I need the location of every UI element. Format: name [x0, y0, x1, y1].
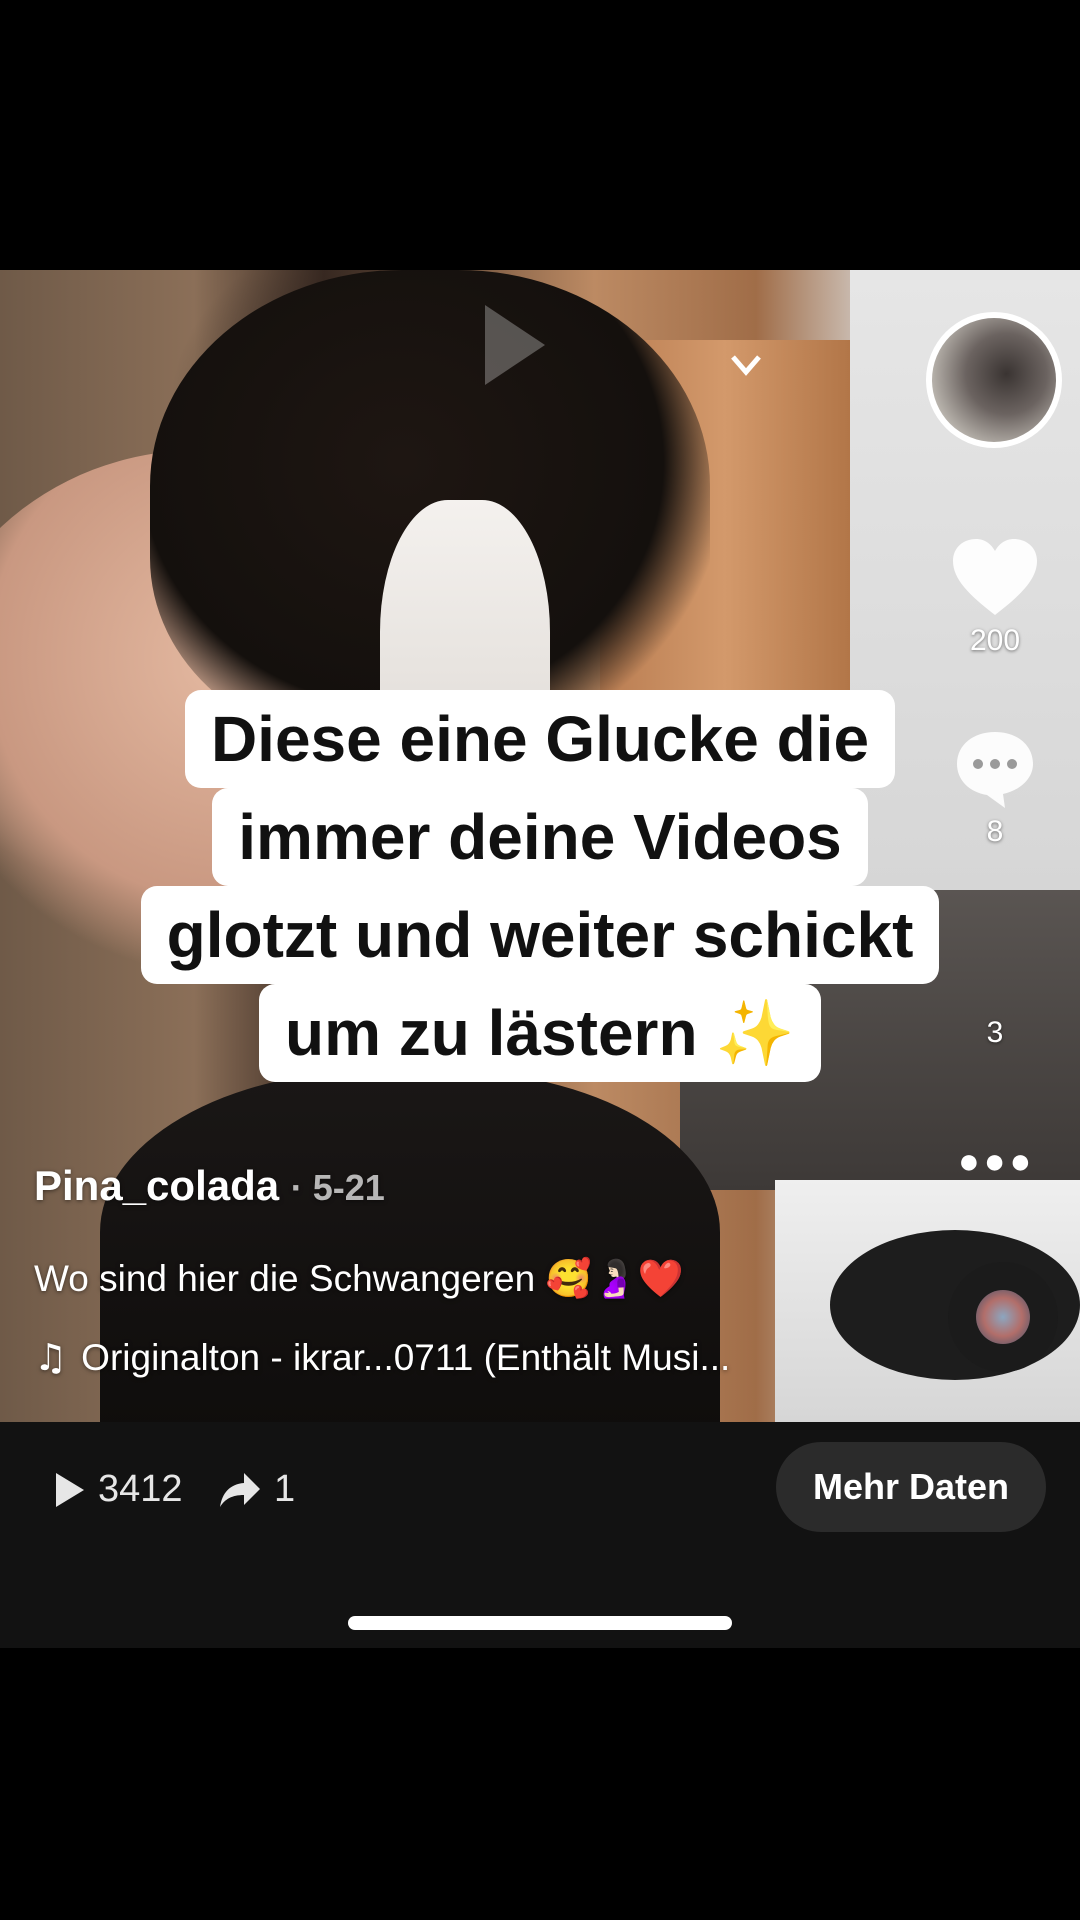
music-info[interactable]: ♫ Originalton - ikrar...0711 (Enthält Mus…: [34, 1336, 730, 1379]
share-count-stat: 1: [218, 1468, 295, 1511]
share-arrow-icon: [220, 1472, 260, 1507]
share-count-value: 1: [274, 1468, 296, 1510]
music-title: Originalton - ikrar...0711 (Enthält Musi…: [81, 1337, 731, 1378]
heart-icon: [953, 539, 1037, 615]
caption-line: glotzt und weiter schickt: [140, 886, 940, 984]
comment-icon: [957, 732, 1033, 808]
music-cover: [976, 1290, 1030, 1344]
like-count: 200: [969, 624, 1021, 657]
like-button[interactable]: 200: [940, 535, 1050, 658]
play-overlay-icon: [485, 305, 545, 385]
share-button[interactable]: 3: [940, 1016, 1050, 1050]
caption-line: immer deine Videos: [212, 788, 868, 886]
post-date: · 5-21: [290, 1167, 385, 1208]
more-data-button[interactable]: Mehr Daten: [776, 1442, 1046, 1532]
author-line[interactable]: Pina_colada · 5-21: [34, 1162, 385, 1210]
more-options-icon[interactable]: ●●●: [958, 1140, 1035, 1182]
comment-count: 8: [986, 815, 1004, 848]
play-icon: [56, 1472, 84, 1507]
music-disc[interactable]: [948, 1262, 1058, 1372]
author-avatar[interactable]: [926, 312, 1062, 448]
share-count: 3: [986, 1016, 1004, 1049]
video-caption-overlay: Diese eine Glucke die immer deine Videos…: [60, 690, 1020, 1082]
caption-line: um zu lästern ✨: [259, 984, 821, 1082]
post-description: Wo sind hier die Schwangeren 🥰🤰🏻❤️: [34, 1258, 684, 1299]
view-count: 3412: [98, 1468, 183, 1510]
comment-button[interactable]: 8: [940, 728, 1050, 849]
chevron-down-icon[interactable]: [730, 354, 762, 376]
author-name[interactable]: Pina_colada: [34, 1162, 279, 1209]
caption-line: Diese eine Glucke die: [184, 690, 896, 788]
music-note-icon: ♫: [34, 1336, 68, 1379]
avatar-image: [932, 318, 1056, 442]
view-count-stat: 3412: [54, 1468, 183, 1511]
home-indicator[interactable]: [348, 1616, 732, 1630]
